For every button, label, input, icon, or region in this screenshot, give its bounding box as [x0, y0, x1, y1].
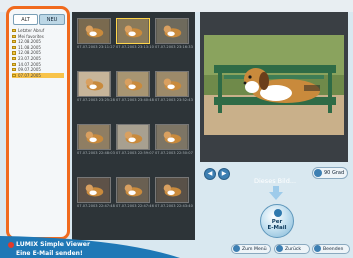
thumbnail-caption: 07.07.2003 23:13:10 [116, 45, 154, 49]
tree-item-label: 14.07.2005 [18, 61, 41, 67]
thumbnail-caption: 07.07.2003 22:48:03 [77, 151, 115, 155]
thumbnail[interactable] [77, 124, 111, 150]
thumbnail-caption: 07.07.2003 23:25:28 [77, 98, 115, 102]
thumbnail-caption: 07.07.2003 22:47:46 [116, 204, 154, 208]
thumbnail[interactable] [77, 71, 111, 97]
tree-item-label: 12.08.2005 [18, 39, 41, 45]
folder-tree: Letzter Abruf Mei favorites 12.08.2005 1… [12, 28, 64, 79]
tree-item-label: 07.07.2005 [18, 72, 41, 78]
thumbnail[interactable] [116, 124, 150, 150]
thumbnail-image [156, 178, 188, 202]
tree-item-label: 11.08.2005 [18, 44, 41, 50]
thumbnail[interactable] [155, 177, 189, 203]
thumbnail-caption: 07.07.2003 23:11:27 [77, 45, 115, 49]
menu-button[interactable]: Zum Menü [231, 244, 271, 254]
folder-icon [12, 45, 16, 49]
thumbnail-image [156, 19, 188, 43]
email-icon [274, 209, 282, 217]
preview-pane [200, 12, 348, 162]
rotate-label: 90 Grad [324, 170, 345, 176]
tree-item-label: 09.07.2005 [18, 67, 41, 73]
task-title: Eine E-Mail senden! [16, 250, 83, 257]
thumbnail-caption: 07.07.2003 22:50:07 [155, 151, 193, 155]
folder-icon [12, 29, 16, 33]
folder-icon [12, 51, 16, 55]
folder-icon [12, 56, 16, 61]
rotate-button[interactable]: 90 Grad [312, 167, 348, 179]
exit-button[interactable]: Beenden [312, 244, 350, 254]
app-window: ALT NEU Letzter Abruf Mei favorites 12.0… [0, 0, 353, 258]
folder-icon [12, 62, 16, 66]
thumbnail-image [78, 125, 110, 149]
menu-icon [233, 245, 240, 252]
tree-item-label: 23.07.2005 [18, 55, 41, 61]
thumbnail-caption: 07.07.2003 23:52:43 [155, 98, 193, 102]
back-icon [276, 245, 283, 252]
folder-icon [12, 34, 16, 38]
thumbnail-grid: 07.07.2003 23:11:27 07.07.2003 23:13:10 07… [72, 12, 195, 240]
thumbnail-image [117, 125, 149, 149]
email-button[interactable]: Per E-Mail [260, 204, 294, 238]
thumbnail[interactable] [155, 18, 189, 44]
tab-neu[interactable]: NEU [39, 14, 65, 25]
dog-photo [204, 35, 344, 135]
back-button-label: Zurück [285, 247, 302, 252]
next-button[interactable]: ▶ [218, 168, 230, 180]
thumbnail-image [117, 178, 149, 202]
tree-item-label: Mei favorites [18, 33, 44, 39]
tree-item-selected[interactable]: 07.07.2005 [12, 72, 64, 79]
thumbnail-caption: 07.07.2003 22:43:40 [155, 204, 193, 208]
thumbnail[interactable] [155, 124, 189, 150]
thumbnail-image [156, 125, 188, 149]
down-arrow-icon [269, 186, 283, 200]
preview-image [204, 35, 344, 135]
folder-icon [12, 68, 16, 72]
thumbnail[interactable] [116, 18, 150, 44]
previous-button[interactable]: ◀ [204, 168, 216, 180]
thumbnail[interactable] [155, 71, 189, 97]
email-label-line2: E-Mail [267, 225, 287, 231]
thumbnail-image [78, 19, 110, 43]
tree-item-label: Letzter Abruf [18, 28, 45, 33]
rotate-icon [314, 169, 322, 177]
folder-panel: ALT NEU Letzter Abruf Mei favorites 12.0… [6, 6, 70, 240]
tab-alt[interactable]: ALT [13, 14, 38, 25]
thumbnail-caption: 07.07.2003 23:16:33 [155, 45, 193, 49]
close-icon [314, 245, 321, 252]
app-title: LUMIX Simple Viewer [16, 241, 91, 248]
thumbnail-image [117, 72, 149, 96]
thumbnail-image [78, 178, 110, 202]
thumbnail[interactable] [77, 177, 111, 203]
back-button[interactable]: Zurück [274, 244, 310, 254]
thumbnail[interactable] [116, 177, 150, 203]
thumbnail[interactable] [116, 71, 150, 97]
brand-block: LUMIX Simple Viewer Eine E-Mail senden! [6, 239, 166, 258]
exit-button-label: Beenden [323, 247, 344, 252]
folder-icon [12, 40, 16, 44]
menu-button-label: Zum Menü [242, 247, 267, 252]
folder-icon [12, 73, 16, 77]
tab-bar: ALT NEU [13, 14, 65, 25]
thumbnail-image [78, 72, 110, 96]
thumbnail[interactable] [77, 18, 111, 44]
thumbnail-caption: 07.07.2003 23:40:48 [116, 98, 154, 102]
lumix-logo-icon [8, 242, 14, 248]
thumbnail-caption: 07.07.2003 22:59:07 [116, 151, 154, 155]
thumbnail-caption: 07.07.2003 22:47:48 [77, 204, 115, 208]
tree-item-label: 12.08.2005 [18, 50, 41, 56]
dieses-bild-label: Dieses Bild... [254, 177, 297, 185]
thumbnail-image [156, 72, 188, 96]
thumbnail-image [117, 19, 149, 43]
